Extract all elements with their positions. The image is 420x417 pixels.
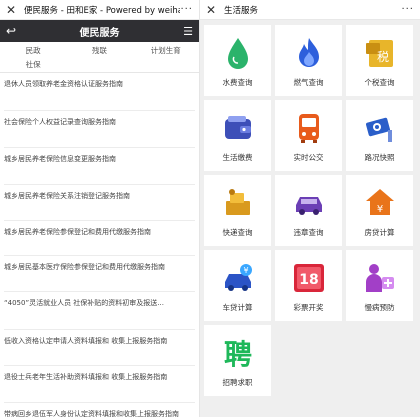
service-utility-payment[interactable]: 生活缴费: [204, 100, 271, 171]
service-traffic-snapshot[interactable]: 路况快照: [346, 100, 413, 171]
tab-social-security[interactable]: 社保: [0, 58, 66, 72]
list-item[interactable]: 社会保险个人权益记录查询服务指南: [4, 111, 195, 148]
life-services-panel: ✕ 生活服务 ··· 水费查询 燃气查询 税 个税查询 生活缴费 实时公交 路况…: [200, 0, 420, 417]
service-realtime-bus[interactable]: 实时公交: [275, 100, 342, 171]
close-icon[interactable]: ✕: [206, 4, 220, 16]
svg-text:¥: ¥: [376, 204, 382, 215]
tab-family-planning[interactable]: 计划生育: [133, 44, 199, 58]
more-icon[interactable]: ···: [401, 4, 414, 15]
service-recruitment[interactable]: 聘 招聘求职: [204, 325, 271, 396]
parcel-icon: [225, 189, 250, 215]
service-gas-bill[interactable]: 燃气查询: [275, 25, 342, 96]
service-label: 慢病预防: [364, 303, 395, 312]
health-icon: [365, 264, 394, 292]
category-tabs: 民政 残联 计划生育 社保: [0, 42, 199, 73]
more-icon[interactable]: ···: [180, 4, 193, 15]
close-icon[interactable]: ✕: [6, 4, 20, 16]
service-label: 快递查询: [222, 228, 253, 237]
page-title: 便民服务: [79, 27, 120, 39]
house-icon: ¥: [365, 189, 394, 215]
wechat-title-bar: ✕ 便民服务 - 田和E家 - Powered by weiha... ···: [0, 0, 199, 20]
list-item[interactable]: 城乡居民养老保险关系注销登记服务指南: [4, 185, 195, 221]
service-label: 实时公交: [293, 153, 324, 162]
service-express-tracking[interactable]: 快递查询: [204, 175, 271, 246]
wechat-title-bar: ✕ 生活服务 ···: [200, 0, 420, 20]
list-item[interactable]: 退休人员领取养老金资格认证服务指南: [4, 73, 195, 111]
tab-disabled-federation[interactable]: 残联: [66, 44, 132, 58]
services-grid: 水费查询 燃气查询 税 个税查询 生活缴费 实时公交 路况快照 快递查询 违章查…: [200, 20, 420, 401]
list-item[interactable]: 退役士兵老年生活补助资料填报和 收集上报服务指南: [4, 366, 195, 403]
tax-glyph: 税: [376, 50, 388, 64]
lottery-icon: 18: [293, 264, 324, 292]
camera-icon: [365, 117, 392, 142]
list-item[interactable]: “4050”灵活就业人员 社保补贴的资料初审及报送...: [4, 292, 195, 330]
service-water-bill[interactable]: 水费查询: [204, 25, 271, 96]
svg-text:¥: ¥: [243, 266, 248, 275]
tax-icon: 税: [365, 40, 393, 67]
service-label: 生活缴费: [222, 153, 253, 162]
list-item[interactable]: 城乡居民基本医疗保险参保登记和费用代缴服务指南: [4, 256, 195, 292]
lottery-number: 18: [299, 272, 318, 288]
tab-civil-affairs[interactable]: 民政: [0, 44, 66, 58]
service-label: 水费查询: [222, 78, 253, 87]
water-drop-icon: [227, 38, 248, 69]
list-item[interactable]: 城乡居民养老保险参保登记和费用代缴服务指南: [4, 221, 195, 256]
recruit-glyph: 聘: [223, 338, 251, 371]
service-label: 车贷计算: [222, 303, 253, 312]
service-income-tax[interactable]: 税 个税查询: [346, 25, 413, 96]
car-loan-icon: ¥: [224, 264, 252, 291]
convenience-services-panel: ✕ 便民服务 - 田和E家 - Powered by weiha... ··· …: [0, 0, 200, 417]
service-chronic-disease-prevention[interactable]: 慢病预防: [346, 250, 413, 321]
service-label: 路况快照: [364, 153, 395, 162]
flame-icon: [298, 38, 319, 67]
service-label: 违章查询: [293, 228, 324, 237]
list-item[interactable]: 低收入资格认定申请人资料填报和 收集上报服务指南: [4, 330, 195, 366]
list-item[interactable]: 带病回乡退伍军人身份认定资料填报和收集上报服务指南: [4, 403, 195, 417]
service-guide-list: 退休人员领取养老金资格认证服务指南 社会保险个人权益记录查询服务指南 城乡居民养…: [0, 73, 199, 417]
service-traffic-violation[interactable]: 违章查询: [275, 175, 342, 246]
service-lottery-results[interactable]: 18 彩票开奖: [275, 250, 342, 321]
car-icon: [295, 197, 322, 215]
hamburger-menu-icon[interactable]: ☰: [177, 25, 193, 38]
service-label: 燃气查询: [293, 78, 324, 87]
service-label: 招聘求职: [222, 378, 253, 387]
window-title: 生活服务: [224, 5, 259, 16]
service-mortgage-calculator[interactable]: ¥ 房贷计算: [346, 175, 413, 246]
recruit-icon: 聘: [223, 338, 251, 371]
page-header: ↩ 便民服务 ☰: [0, 20, 199, 42]
service-label: 个税查询: [364, 78, 395, 87]
wallet-icon: [224, 116, 251, 139]
bus-icon: [298, 114, 319, 143]
list-item[interactable]: 城乡居民养老保险信息变更服务指南: [4, 148, 195, 185]
service-label: 房贷计算: [364, 228, 395, 237]
window-title: 便民服务 - 田和E家 - Powered by weiha...: [24, 5, 181, 16]
back-icon[interactable]: ↩: [6, 24, 22, 38]
service-car-loan-calculator[interactable]: ¥ 车贷计算: [204, 250, 271, 321]
service-label: 彩票开奖: [293, 303, 324, 312]
